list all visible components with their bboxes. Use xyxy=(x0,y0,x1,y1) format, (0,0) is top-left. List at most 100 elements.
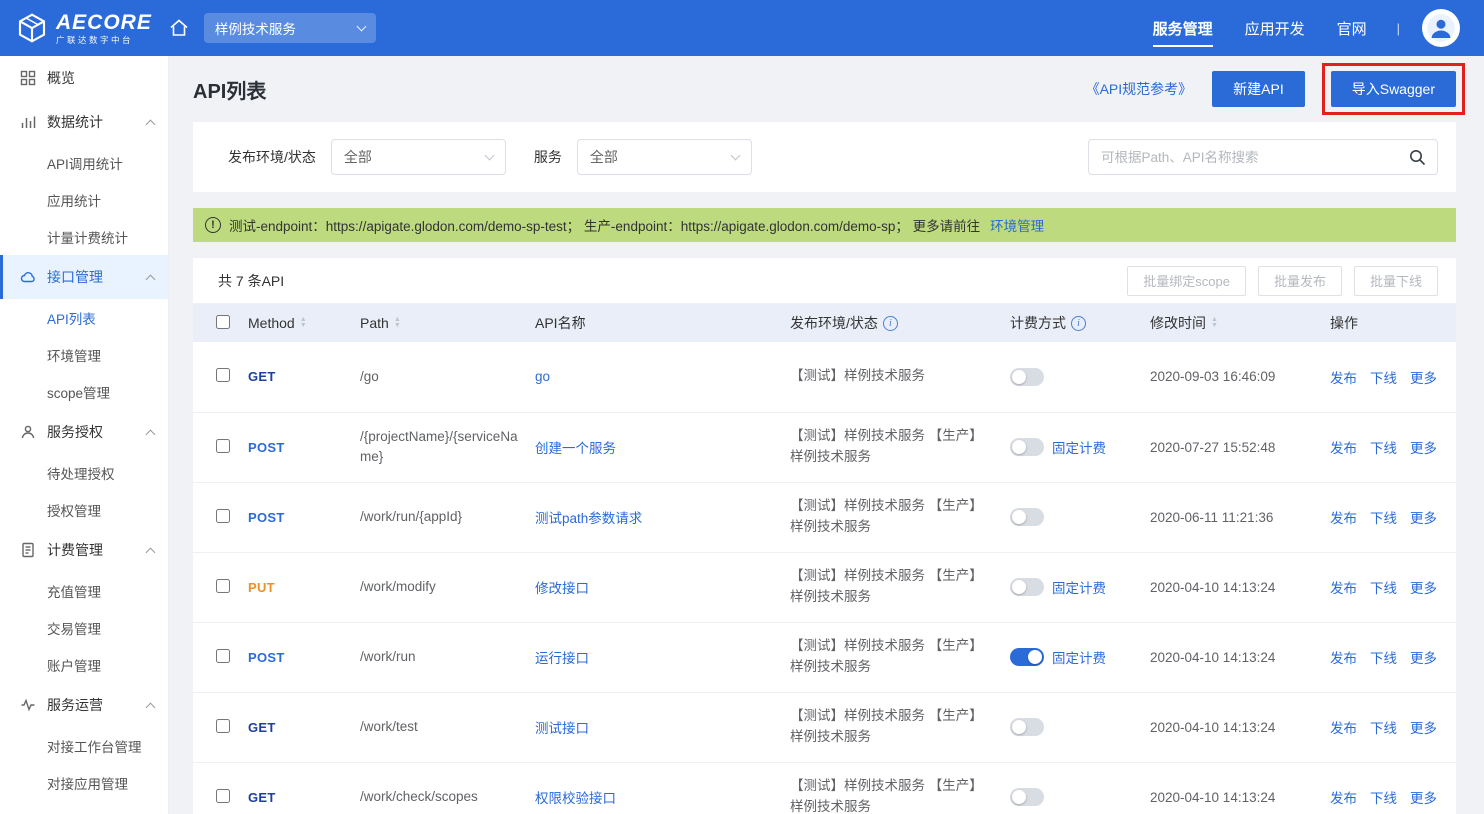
sidebar-item-api-list[interactable]: API列表 xyxy=(0,299,168,336)
nav-official-site[interactable]: 官网 xyxy=(1337,0,1367,56)
chevron-up-icon xyxy=(146,548,156,558)
info-alert-icon: ! xyxy=(205,217,221,233)
billing-toggle[interactable] xyxy=(1010,648,1044,666)
user-avatar[interactable] xyxy=(1422,9,1460,47)
publish-link[interactable]: 发布 xyxy=(1330,721,1357,736)
sidebar-item-connected-app-management[interactable]: 对接应用管理 xyxy=(0,764,168,801)
sidebar-item-data-statistics[interactable]: 数据统计 xyxy=(0,100,168,144)
sidebar-item-service-authorization[interactable]: 服务授权 xyxy=(0,410,168,454)
more-link[interactable]: 更多 xyxy=(1410,791,1437,806)
row-checkbox[interactable] xyxy=(216,649,230,663)
method-badge: POST xyxy=(248,650,285,665)
table-row: POST /work/run/{appId} 测试path参数请求 【测试】样例… xyxy=(193,482,1456,552)
api-name-link[interactable]: 权限校验接口 xyxy=(535,791,616,806)
billing-toggle[interactable] xyxy=(1010,508,1044,526)
bulk-publish-button[interactable]: 批量发布 xyxy=(1258,266,1342,296)
env-status-select[interactable]: 全部 xyxy=(331,139,506,175)
bulk-offline-button[interactable]: 批量下线 xyxy=(1354,266,1438,296)
sort-icon[interactable]: ▲▼ xyxy=(300,317,307,329)
offline-link[interactable]: 下线 xyxy=(1370,371,1397,386)
billing-toggle[interactable] xyxy=(1010,368,1044,386)
info-icon[interactable]: i xyxy=(883,316,898,331)
search-icon[interactable] xyxy=(1407,147,1427,167)
offline-link[interactable]: 下线 xyxy=(1370,651,1397,666)
table-row: POST /{projectName}/{serviceName} 创建一个服务… xyxy=(193,412,1456,482)
chevron-up-icon xyxy=(146,120,156,130)
row-checkbox[interactable] xyxy=(216,439,230,453)
new-api-button[interactable]: 新建API xyxy=(1212,71,1305,107)
billing-toggle[interactable] xyxy=(1010,788,1044,806)
sidebar-item-interface-management[interactable]: 接口管理 xyxy=(0,255,168,299)
sidebar-item-overview[interactable]: 概览 xyxy=(0,56,168,100)
row-checkbox[interactable] xyxy=(216,579,230,593)
select-all-checkbox[interactable] xyxy=(216,315,230,329)
bulk-bind-scope-button[interactable]: 批量绑定scope xyxy=(1127,266,1246,296)
publish-link[interactable]: 发布 xyxy=(1330,441,1357,456)
more-link[interactable]: 更多 xyxy=(1410,721,1437,736)
sidebar-item-env-management[interactable]: 环境管理 xyxy=(0,336,168,373)
sidebar-item-workbench-management[interactable]: 对接工作台管理 xyxy=(0,727,168,764)
billing-toggle[interactable] xyxy=(1010,718,1044,736)
billing-toggle[interactable] xyxy=(1010,578,1044,596)
api-name-link[interactable]: 测试接口 xyxy=(535,721,589,736)
offline-link[interactable]: 下线 xyxy=(1370,511,1397,526)
more-link[interactable]: 更多 xyxy=(1410,511,1437,526)
sidebar-item-service-operations[interactable]: 服务运营 xyxy=(0,683,168,727)
more-link[interactable]: 更多 xyxy=(1410,651,1437,666)
row-checkbox[interactable] xyxy=(216,789,230,803)
offline-link[interactable]: 下线 xyxy=(1370,441,1397,456)
service-selector[interactable]: 样例技术服务 xyxy=(204,13,376,43)
sidebar-item-account-management[interactable]: 账户管理 xyxy=(0,646,168,683)
service-select[interactable]: 全部 xyxy=(577,139,752,175)
sidebar-item-transaction-management[interactable]: 交易管理 xyxy=(0,609,168,646)
sort-icon[interactable]: ▲▼ xyxy=(1211,317,1218,329)
sidebar-item-pending-authorization[interactable]: 待处理授权 xyxy=(0,454,168,491)
nav-service-management[interactable]: 服务管理 xyxy=(1153,0,1213,56)
api-name-link[interactable]: 运行接口 xyxy=(535,651,589,666)
method-badge: GET xyxy=(248,369,276,384)
more-link[interactable]: 更多 xyxy=(1410,441,1437,456)
api-name-link[interactable]: 创建一个服务 xyxy=(535,441,616,456)
search-input[interactable] xyxy=(1088,139,1438,175)
sidebar-item-authorization-management[interactable]: 授权管理 xyxy=(0,491,168,528)
sidebar-item-developer-management[interactable]: 开发者管理 xyxy=(0,801,168,814)
nav-app-development[interactable]: 应用开发 xyxy=(1245,0,1305,56)
user-icon xyxy=(1426,13,1456,43)
info-icon[interactable]: i xyxy=(1071,316,1086,331)
sidebar-item-billing-management[interactable]: 计费管理 xyxy=(0,528,168,572)
api-name-link[interactable]: 修改接口 xyxy=(535,581,589,596)
publish-link[interactable]: 发布 xyxy=(1330,651,1357,666)
publish-link[interactable]: 发布 xyxy=(1330,511,1357,526)
api-path: /work/check/scopes xyxy=(360,787,478,807)
billing-toggle[interactable] xyxy=(1010,438,1044,456)
offline-link[interactable]: 下线 xyxy=(1370,791,1397,806)
publish-link[interactable]: 发布 xyxy=(1330,371,1357,386)
import-swagger-button[interactable]: 导入Swagger xyxy=(1331,71,1456,107)
row-checkbox[interactable] xyxy=(216,368,230,382)
sidebar-item-metering-billing-stats[interactable]: 计量计费统计 xyxy=(0,218,168,255)
more-link[interactable]: 更多 xyxy=(1410,581,1437,596)
env-status-text: 【测试】样例技术服务 【生产】样例技术服务 xyxy=(790,706,996,748)
sidebar-item-api-call-stats[interactable]: API调用统计 xyxy=(0,144,168,181)
api-name-link[interactable]: 测试path参数请求 xyxy=(535,511,642,526)
sidebar-item-recharge-management[interactable]: 充值管理 xyxy=(0,572,168,609)
env-status-text: 【测试】样例技术服务 xyxy=(790,366,925,387)
home-icon[interactable] xyxy=(168,17,190,39)
document-icon xyxy=(20,542,38,558)
cube-logo-icon xyxy=(16,12,48,44)
sidebar-item-scope-management[interactable]: scope管理 xyxy=(0,373,168,410)
row-checkbox[interactable] xyxy=(216,509,230,523)
more-link[interactable]: 更多 xyxy=(1410,371,1437,386)
offline-link[interactable]: 下线 xyxy=(1370,721,1397,736)
sort-icon[interactable]: ▲▼ xyxy=(394,317,401,329)
offline-link[interactable]: 下线 xyxy=(1370,581,1397,596)
row-checkbox[interactable] xyxy=(216,719,230,733)
publish-link[interactable]: 发布 xyxy=(1330,791,1357,806)
publish-link[interactable]: 发布 xyxy=(1330,581,1357,596)
nav-divider: | xyxy=(1397,21,1400,36)
env-management-link[interactable]: 环境管理 xyxy=(990,215,1044,235)
sidebar-item-app-stats[interactable]: 应用统计 xyxy=(0,181,168,218)
brand-logo[interactable]: AECORE 广联达数字中台 xyxy=(16,12,152,45)
api-spec-reference-link[interactable]: 《API规范参考》 xyxy=(1086,79,1193,99)
api-name-link[interactable]: go xyxy=(535,369,550,384)
